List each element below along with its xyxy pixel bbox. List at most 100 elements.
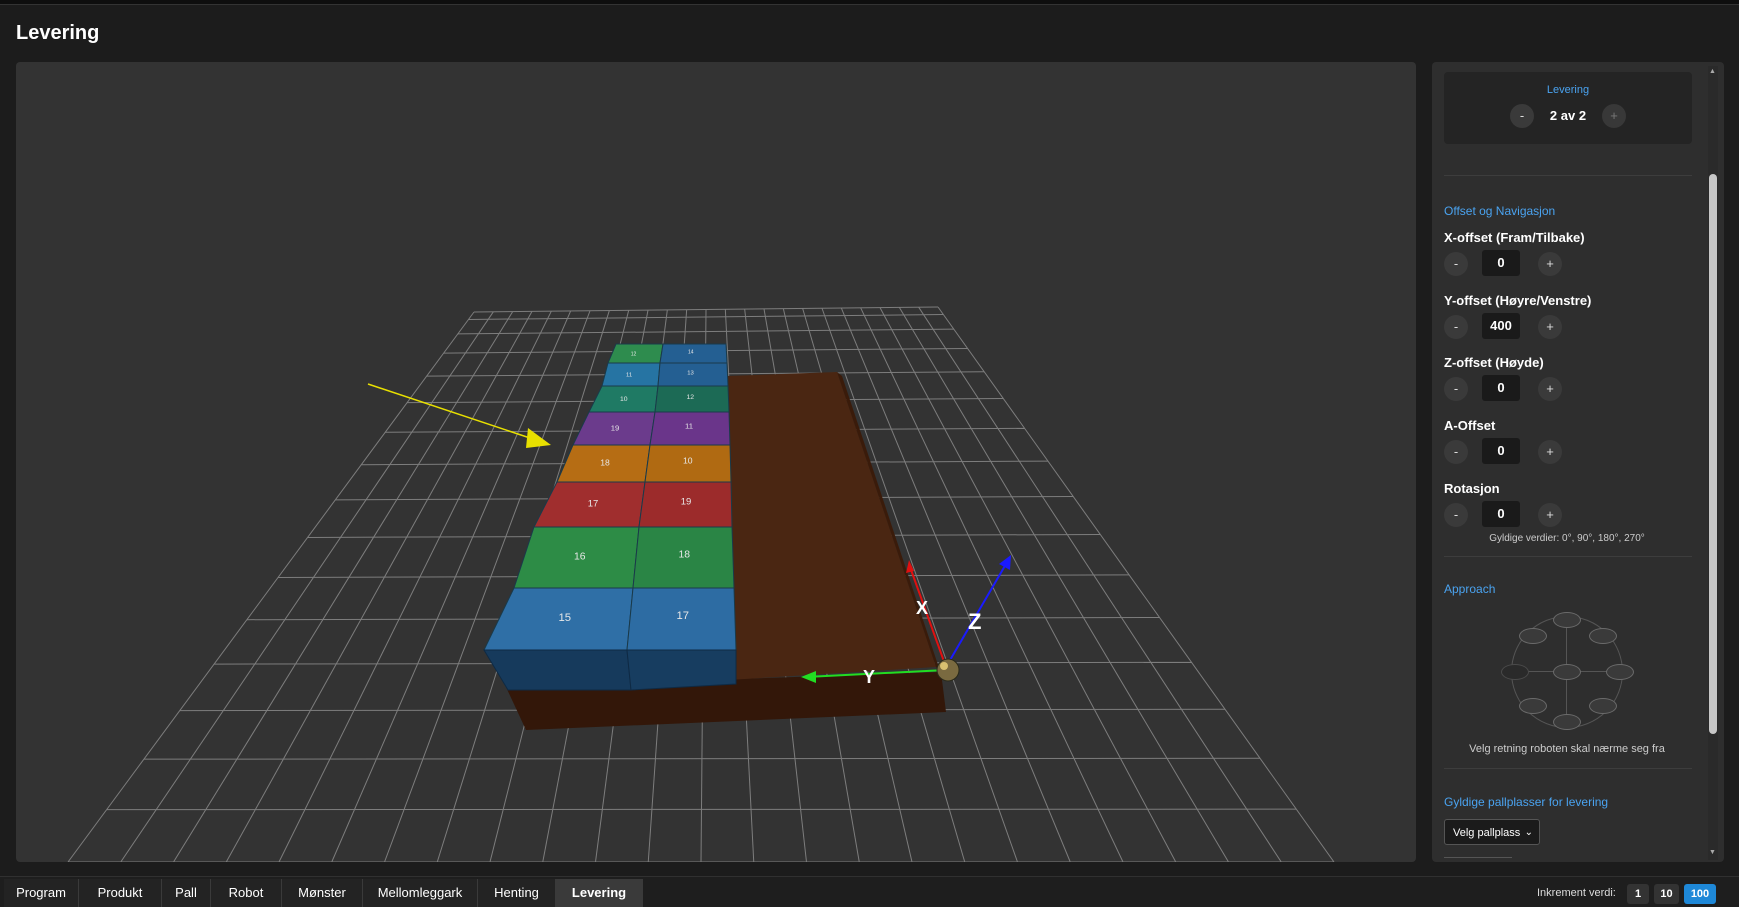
box-label: 11 [685, 422, 693, 431]
tab-pall[interactable]: Pall [162, 879, 211, 907]
approach-southeast[interactable] [1589, 698, 1617, 714]
page-title: Levering [16, 22, 99, 45]
grid-line [68, 312, 474, 862]
y-offset-minus-button[interactable]: - [1444, 315, 1468, 339]
rotation-plus-button[interactable]: + [1538, 503, 1562, 527]
levering-title: Levering [1444, 84, 1692, 96]
grid-line [938, 307, 1334, 862]
box-label: 12 [687, 394, 695, 401]
divider [1444, 175, 1692, 176]
chevron-down-icon: ⌄ [1525, 820, 1533, 846]
grid-line [226, 311, 532, 862]
tab-robot[interactable]: Robot [211, 879, 282, 907]
approach-north[interactable] [1553, 612, 1581, 628]
rotation-minus-button[interactable]: - [1444, 503, 1468, 527]
approach-direction-picker[interactable] [1507, 612, 1627, 732]
grid-line [144, 758, 1260, 759]
window-top-border [0, 0, 1739, 5]
tab-henting[interactable]: Henting [478, 879, 556, 907]
levering-next-button[interactable]: + [1602, 104, 1626, 128]
approach-center[interactable] [1553, 664, 1581, 680]
pallplass-select-value: Velg pallplass [1453, 827, 1520, 839]
box-stack: 12141113101219111810171916181517 [484, 344, 736, 690]
box-label: 18 [679, 550, 691, 561]
box-front-right [627, 650, 736, 690]
sidebar-scrollbar[interactable]: ▲ ▼ [1708, 66, 1718, 860]
increment-label: Inkrement verdi: [1537, 887, 1616, 899]
box-label: 13 [687, 371, 694, 377]
y-offset-plus-button[interactable]: + [1538, 315, 1562, 339]
rotation-label: Rotasjon [1444, 481, 1500, 496]
increment-100-button[interactable]: 100 [1684, 884, 1716, 904]
3d-viewport[interactable]: 12141113101219111810171916181517 Y X Z [16, 62, 1416, 862]
z-offset-label: Z-offset (Høyde) [1444, 355, 1544, 370]
increment-10-button[interactable]: 10 [1654, 884, 1679, 904]
approach-northwest[interactable] [1519, 628, 1547, 644]
scroll-down-icon[interactable]: ▼ [1709, 849, 1716, 856]
a-offset-plus-button[interactable]: + [1538, 440, 1562, 464]
scene-canvas[interactable]: 12141113101219111810171916181517 Y X Z [16, 62, 1416, 862]
box-label: 15 [559, 612, 572, 624]
approach-hint: Velg retning roboten skal nærme seg fra [1432, 743, 1702, 755]
scroll-up-icon[interactable]: ▲ [1709, 68, 1716, 75]
grid-line [919, 307, 1282, 862]
offset-section-title: Offset og Navigasjon [1444, 204, 1555, 218]
x-offset-plus-button[interactable]: + [1538, 252, 1562, 276]
tab-program[interactable]: Program [4, 879, 79, 907]
levering-selector: Levering - 2 av 2 + [1444, 72, 1692, 144]
box-label: 17 [588, 499, 599, 510]
box-label: 10 [683, 456, 693, 466]
tab-levering[interactable]: Levering [556, 879, 643, 907]
y-offset-label: Y-offset (Høyre/Venstre) [1444, 293, 1591, 308]
box-front-left [484, 650, 631, 690]
rotation-value[interactable]: 0 [1482, 501, 1520, 527]
approach-section-title: Approach [1444, 582, 1495, 596]
z-offset-minus-button[interactable]: - [1444, 377, 1468, 401]
settings-panel: Levering - 2 av 2 + Offset og Navigasjon… [1432, 62, 1724, 862]
box-label: 19 [611, 424, 620, 433]
approach-south[interactable] [1553, 714, 1581, 730]
z-offset-value[interactable]: 0 [1482, 375, 1520, 401]
grid-line [174, 312, 513, 862]
divider [1444, 556, 1692, 557]
box-label: 10 [620, 396, 628, 403]
axis-z-label: Z [968, 609, 981, 634]
a-offset-value[interactable]: 0 [1482, 438, 1520, 464]
levering-prev-button[interactable]: - [1510, 104, 1534, 128]
approach-southwest[interactable] [1519, 698, 1547, 714]
approach-east[interactable] [1606, 664, 1634, 680]
a-offset-minus-button[interactable]: - [1444, 440, 1468, 464]
box-label: 18 [600, 458, 610, 468]
bottom-tab-bar: Program Produkt Pall Robot Mønster Mello… [0, 876, 1739, 907]
levering-value: 2 av 2 [1548, 108, 1588, 123]
y-offset-value[interactable]: 400 [1482, 313, 1520, 339]
box-label: 16 [574, 552, 586, 563]
z-offset-plus-button[interactable]: + [1538, 377, 1562, 401]
axis-y-label: Y [863, 667, 875, 687]
tab-produkt[interactable]: Produkt [79, 879, 162, 907]
box-label: 11 [626, 373, 632, 379]
scrollbar-thumb[interactable] [1709, 174, 1717, 734]
pallplass-section-title: Gyldige pallplasser for levering [1444, 795, 1608, 809]
approach-arrow [368, 384, 551, 448]
grid-line [880, 308, 1176, 862]
x-offset-minus-button[interactable]: - [1444, 252, 1468, 276]
approach-northeast[interactable] [1589, 628, 1617, 644]
next-control-edge [1444, 857, 1512, 862]
x-offset-label: X-offset (Fram/Tilbake) [1444, 230, 1585, 245]
box-label: 12 [631, 352, 637, 358]
a-offset-label: A-Offset [1444, 418, 1495, 433]
approach-west[interactable] [1501, 664, 1529, 680]
tab-monster[interactable]: Mønster [282, 879, 363, 907]
box-label: 17 [677, 610, 690, 622]
grid-line [121, 312, 494, 862]
divider [1444, 768, 1692, 769]
axis-x-label: X [916, 598, 928, 618]
increment-1-button[interactable]: 1 [1627, 884, 1649, 904]
box-label: 14 [688, 350, 694, 356]
rotation-hint: Gyldige verdier: 0°, 90°, 180°, 270° [1432, 533, 1702, 544]
grid-line [899, 307, 1228, 862]
tab-mellomleggark[interactable]: Mellomleggark [363, 879, 478, 907]
pallplass-select[interactable]: Velg pallplass ⌄ [1444, 819, 1540, 845]
x-offset-value[interactable]: 0 [1482, 250, 1520, 276]
